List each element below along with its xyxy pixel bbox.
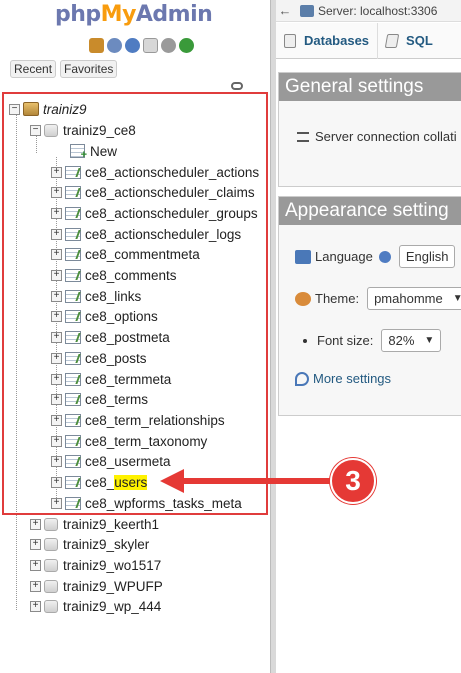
nav-icon-bar <box>89 38 194 53</box>
tab-sql[interactable]: SQL <box>378 23 441 59</box>
appearance-settings-heading: Appearance setting <box>279 197 461 225</box>
theme-label: Theme: <box>315 291 360 306</box>
palette-icon <box>295 291 311 306</box>
list-icon <box>297 131 309 142</box>
expand-icon[interactable]: + <box>30 559 41 571</box>
tab-databases[interactable]: Databases <box>276 22 379 59</box>
help-icon[interactable] <box>125 38 140 53</box>
tree-database-row[interactable]: + trainiz9_wp_444 <box>30 597 161 617</box>
font-size-row: Font size: 82% ▼ <box>303 329 442 352</box>
expand-icon[interactable]: + <box>30 539 41 551</box>
theme-row: Theme: pmahomme ▼ <box>295 287 461 310</box>
theme-select[interactable]: pmahomme ▼ <box>367 287 461 310</box>
server-icon <box>300 4 314 17</box>
database-icon <box>44 579 58 593</box>
language-icon <box>295 249 311 264</box>
wrench-icon <box>295 371 309 386</box>
more-settings-link[interactable]: More settings <box>313 371 391 386</box>
database-name: trainiz9_WPUFP <box>63 578 163 594</box>
database-icon <box>284 33 296 48</box>
main-panel: ← Server: localhost:3306 Databases SQL G… <box>276 0 461 673</box>
language-value: English <box>405 249 449 264</box>
font-size-value: 82% <box>388 333 415 348</box>
language-row: Language English <box>295 245 456 268</box>
bullet-icon <box>303 338 307 343</box>
gear-icon[interactable] <box>161 38 176 53</box>
link-icon[interactable] <box>231 82 243 90</box>
annotation-arrow-head <box>160 469 184 493</box>
navigation-panel: phpMyAdmin Recent Favorites − trainiz9 −… <box>0 0 270 673</box>
font-size-select[interactable]: 82% ▼ <box>381 329 442 352</box>
top-tabs: Databases SQL <box>276 22 461 59</box>
database-name: trainiz9_wo1517 <box>63 557 162 573</box>
expand-icon[interactable]: + <box>30 518 41 530</box>
docs-icon[interactable] <box>143 38 158 53</box>
chevron-down-icon: ▼ <box>424 335 435 346</box>
database-icon <box>44 600 58 614</box>
expand-icon[interactable]: + <box>30 601 41 613</box>
tree-database-row[interactable]: + trainiz9_WPUFP <box>30 576 163 596</box>
appearance-settings-panel: Appearance setting Language English Them… <box>278 196 461 416</box>
tree-database-row[interactable]: + trainiz9_wo1517 <box>30 555 161 575</box>
step-badge: 3 <box>330 458 376 504</box>
general-settings-heading: General settings <box>279 73 461 101</box>
database-name: trainiz9_skyler <box>63 537 150 553</box>
database-icon <box>44 538 58 552</box>
tree-database-row[interactable]: + trainiz9_skyler <box>30 535 149 555</box>
phpmyadmin-logo[interactable]: phpMyAdmin <box>55 2 213 27</box>
server-breadcrumb[interactable]: Server: localhost:3306 <box>318 4 437 18</box>
annotation-arrow-line <box>182 478 338 484</box>
server-collation-row: Server connection collati <box>297 129 457 144</box>
recent-button[interactable]: Recent <box>10 60 57 78</box>
tree-database-row[interactable]: + trainiz9_keerth1 <box>30 514 159 534</box>
database-icon <box>44 558 58 572</box>
home-icon[interactable] <box>89 38 104 53</box>
highlight-box <box>2 92 268 515</box>
expand-icon[interactable]: + <box>30 580 41 592</box>
theme-value: pmahomme <box>374 291 443 306</box>
database-name: trainiz9_keerth1 <box>63 516 160 532</box>
general-settings-panel: General settings Server connection colla… <box>278 72 461 187</box>
reload-icon[interactable] <box>179 38 194 53</box>
language-select[interactable]: English <box>398 245 456 268</box>
more-settings-row: More settings <box>295 371 391 386</box>
language-label: Language <box>315 249 373 264</box>
server-collation-label: Server connection collati <box>315 129 457 144</box>
arrow-left-icon[interactable]: ← <box>276 3 294 18</box>
recent-favorites-bar: Recent Favorites <box>10 60 118 78</box>
favorites-button[interactable]: Favorites <box>60 60 118 78</box>
font-size-label: Font size: <box>317 333 374 348</box>
help-icon[interactable] <box>378 250 391 263</box>
chevron-down-icon: ▼ <box>452 293 461 304</box>
server-breadcrumb-bar: ← Server: localhost:3306 <box>276 0 461 22</box>
tab-sql-label: SQL <box>406 33 433 48</box>
tab-databases-label: Databases <box>304 33 370 48</box>
database-icon <box>44 517 58 531</box>
database-name: trainiz9_wp_444 <box>63 599 162 615</box>
sql-icon <box>384 33 400 48</box>
logout-icon[interactable] <box>107 38 122 53</box>
